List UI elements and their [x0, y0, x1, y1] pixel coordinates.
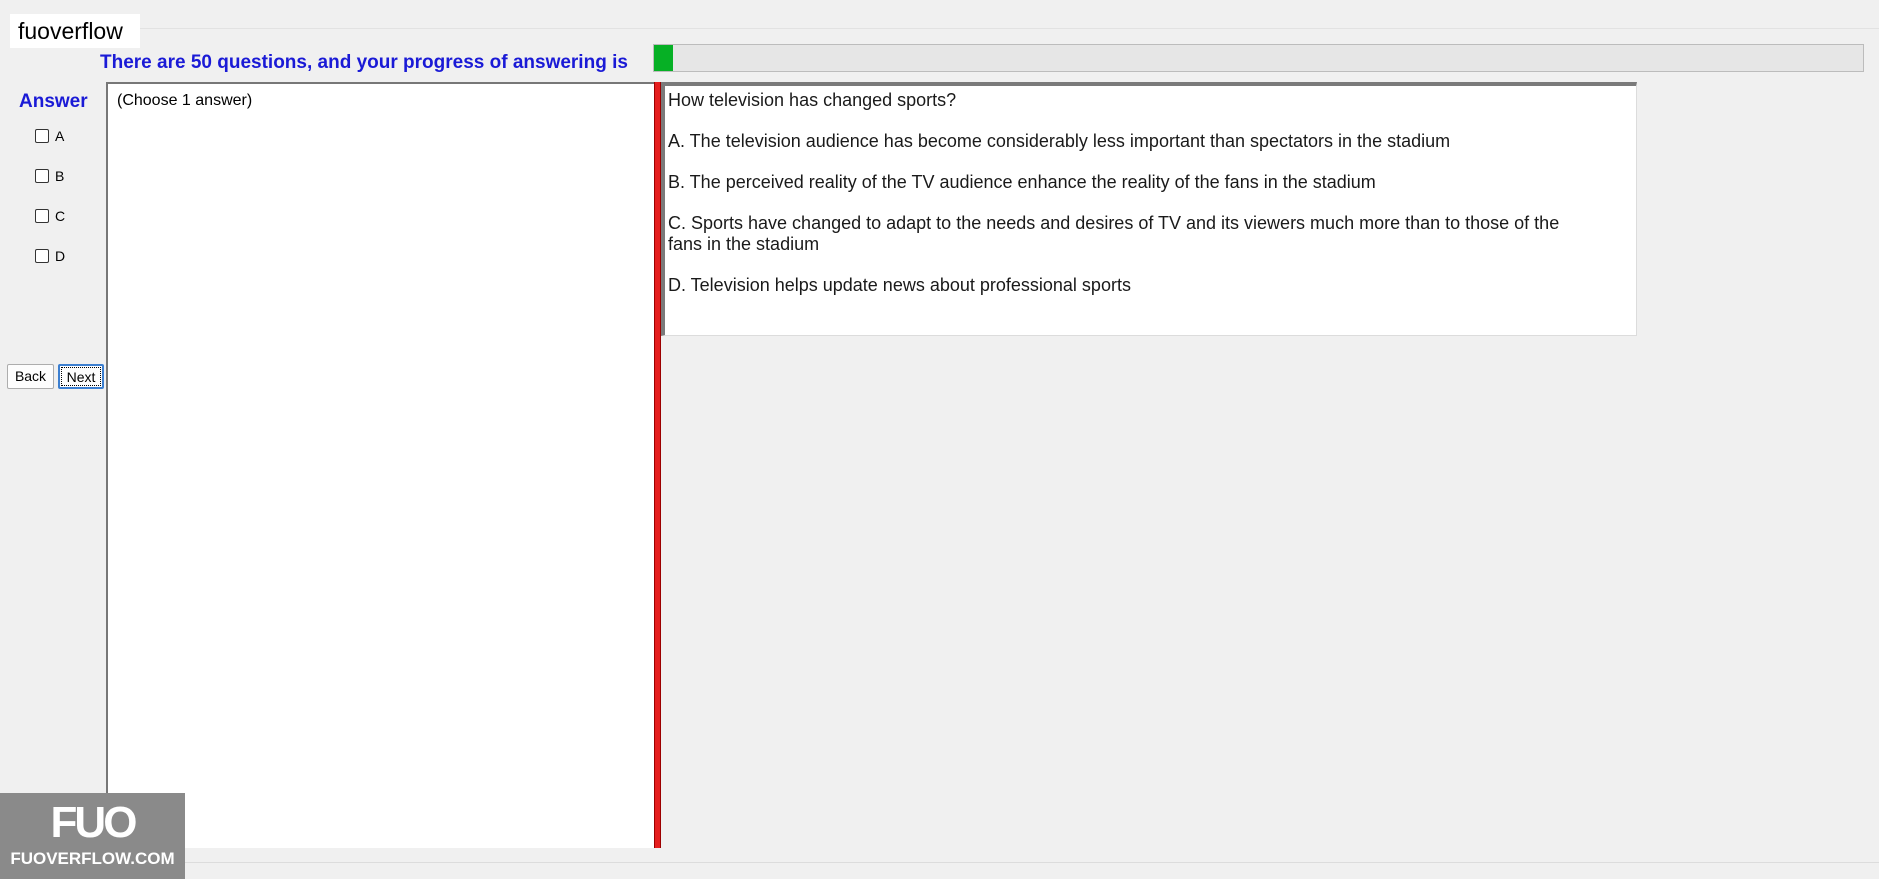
answer-option-b[interactable]: B	[35, 168, 64, 184]
answer-title: Answer	[19, 91, 88, 112]
question-choice-c: C. Sports have changed to adapt to the n…	[668, 213, 1560, 254]
progress-fill	[654, 45, 674, 71]
back-button[interactable]: Back	[7, 364, 54, 389]
checkbox-b[interactable]	[35, 169, 49, 183]
question-choice-a: A. The television audience has become co…	[668, 131, 1451, 151]
answer-option-label: C	[55, 208, 66, 224]
panel-splitter[interactable]	[654, 82, 661, 848]
fuoverflow-logo: FUO FUOVERFLOW.COM	[0, 793, 185, 879]
next-button[interactable]: Next	[58, 364, 104, 389]
choose-instruction: (Choose 1 answer)	[117, 92, 253, 109]
question-panel: How television has changed sports? A. Th…	[661, 82, 1637, 336]
top-divider	[140, 28, 1879, 29]
answer-option-label: D	[55, 248, 66, 264]
progress-bar	[653, 44, 1864, 72]
answer-text-area[interactable]: (Choose 1 answer)	[106, 82, 654, 848]
progress-label: There are 50 questions, and your progres…	[100, 52, 628, 73]
app-title-tab: fuoverflow	[10, 14, 140, 48]
bottom-divider	[185, 862, 1879, 863]
answer-option-c[interactable]: C	[35, 208, 65, 224]
checkbox-c[interactable]	[35, 209, 49, 223]
answer-option-label: A	[55, 128, 65, 144]
answer-option-a[interactable]: A	[35, 128, 64, 144]
checkbox-d[interactable]	[35, 249, 49, 263]
question-text: How television has changed sports?	[668, 90, 957, 110]
checkbox-a[interactable]	[35, 129, 49, 143]
question-choice-b: B. The perceived reality of the TV audie…	[668, 172, 1376, 192]
answer-option-d[interactable]: D	[35, 248, 65, 264]
question-choice-d: D. Television helps update news about pr…	[668, 275, 1131, 295]
answer-option-label: B	[55, 168, 65, 184]
